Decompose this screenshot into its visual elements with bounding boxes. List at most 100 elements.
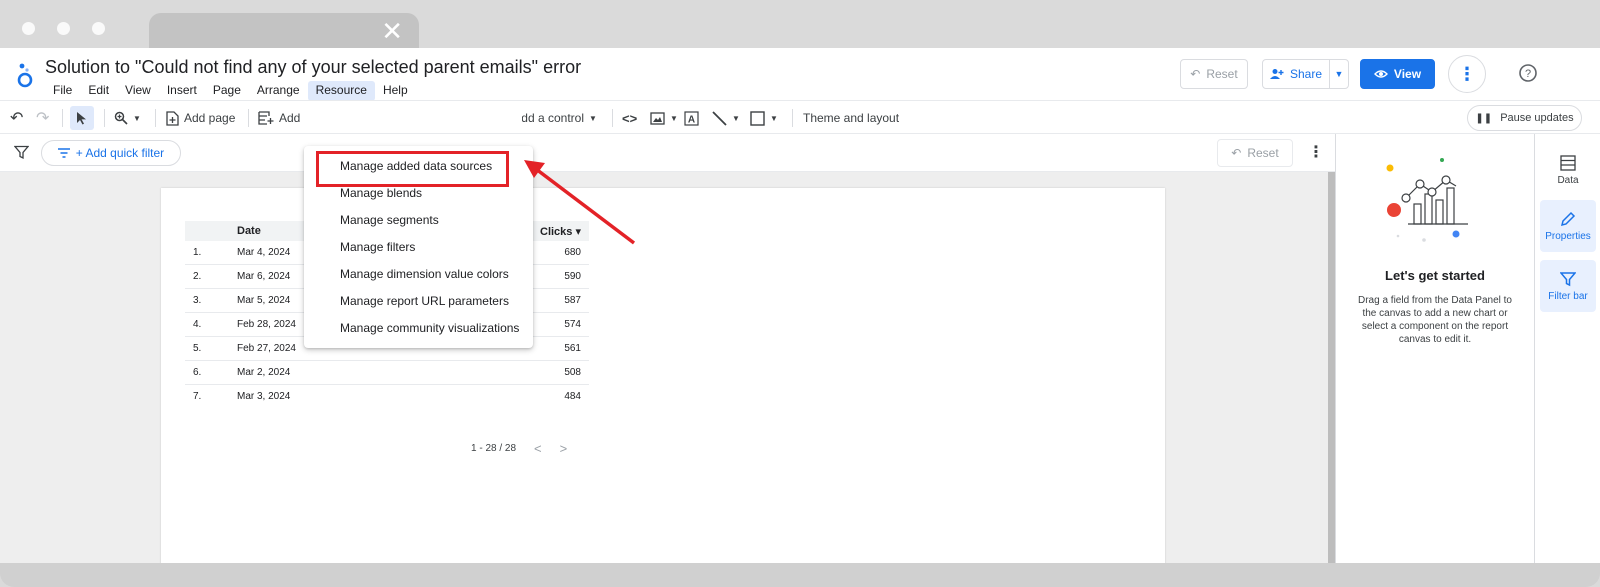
add-control-button[interactable]: Add a control ▼ <box>522 106 597 130</box>
theme-layout-button[interactable]: Theme and layout <box>803 106 899 130</box>
toolbar-divider <box>62 109 63 127</box>
pencil-icon <box>1560 211 1576 226</box>
embed-code-button[interactable]: <> <box>622 106 637 130</box>
row-date: Mar 6, 2024 <box>237 271 291 282</box>
menu-item-manage-community-visualizations[interactable]: Manage community visualizations <box>340 321 519 335</box>
add-data-button[interactable]: Add <box>258 106 300 130</box>
filter-icon[interactable] <box>14 145 29 160</box>
row-index: 5. <box>193 343 202 354</box>
chevron-left-icon[interactable]: < <box>534 441 542 456</box>
zoom-button[interactable]: ▼ <box>114 106 141 130</box>
window-maximize-dot[interactable] <box>92 22 105 35</box>
undo-arrow-icon: ↶ <box>1231 146 1242 160</box>
row-index: 1. <box>193 247 202 258</box>
menu-insert[interactable]: Insert <box>159 81 205 101</box>
browser-tab[interactable]: ✕ <box>149 13 419 49</box>
pagination-label: 1 - 28 / 28 <box>471 443 517 454</box>
filter-bar-more-icon[interactable]: ⋮ <box>1308 142 1324 162</box>
redo-button[interactable]: ↷ <box>36 106 49 130</box>
pause-updates-button[interactable]: ❚❚ Pause updates <box>1467 105 1582 131</box>
select-tool-button[interactable] <box>70 106 94 130</box>
row-clicks: 590 <box>564 271 581 282</box>
menu-arrange[interactable]: Arrange <box>249 81 308 101</box>
view-button[interactable]: View <box>1360 59 1435 89</box>
row-clicks: 680 <box>564 247 581 258</box>
menu-page[interactable]: Page <box>205 81 249 101</box>
tab-data[interactable]: Data <box>1540 144 1596 196</box>
row-date: Mar 4, 2024 <box>237 247 291 258</box>
row-clicks: 508 <box>564 367 581 378</box>
menu-bar: File Edit View Insert Page Arrange Resou… <box>45 81 416 101</box>
annotation-highlight-box <box>316 151 509 187</box>
filter-bar: + Add quick filter ↶ Reset ⋮ <box>0 134 1335 172</box>
caret-down-icon: ▼ <box>589 113 597 123</box>
window-minimize-dot[interactable] <box>57 22 70 35</box>
menu-resource[interactable]: Resource <box>307 81 375 101</box>
theme-layout-label: Theme and layout <box>803 111 900 125</box>
row-clicks: 561 <box>564 343 581 354</box>
caret-down-icon: ▼ <box>1334 69 1344 79</box>
caret-down-icon: ▼ <box>770 113 778 123</box>
add-quick-filter-button[interactable]: + Add quick filter <box>41 140 181 166</box>
panel-description: Drag a field from the Data Panel to the … <box>1358 295 1512 345</box>
properties-panel: Let's get started Drag a field from the … <box>1335 134 1533 563</box>
row-clicks: 574 <box>564 319 581 330</box>
more-options-button[interactable]: ⋮ <box>1448 55 1486 93</box>
shape-button[interactable]: ▼ <box>750 106 778 130</box>
svg-text:A: A <box>688 114 695 125</box>
toolbar-divider <box>248 109 249 127</box>
row-clicks: 484 <box>564 391 581 402</box>
share-button[interactable]: Share <box>1262 59 1330 89</box>
filter-list-icon <box>57 148 70 158</box>
caret-down-icon: ▼ <box>670 113 678 123</box>
window-close-dot[interactable] <box>22 22 35 35</box>
looker-studio-logo[interactable] <box>16 62 34 88</box>
code-icon: <> <box>622 110 638 126</box>
row-clicks: 587 <box>564 295 581 306</box>
undo-button[interactable]: ↶ <box>10 106 23 130</box>
toolbar-divider <box>104 109 105 127</box>
report-title[interactable]: Solution to "Could not find any of your … <box>45 57 581 78</box>
chevron-right-icon[interactable]: > <box>560 441 568 456</box>
table-row[interactable]: 7. Mar 3, 2024 484 <box>185 385 589 409</box>
report-canvas[interactable]: Date Clicks ▾ 1. Mar 4, 2024 680 2. Mar 6, … <box>0 172 1328 563</box>
filter-icon <box>1560 271 1576 286</box>
menu-item-manage-segments[interactable]: Manage segments <box>340 213 439 227</box>
close-tab-icon[interactable]: ✕ <box>381 18 403 44</box>
pause-updates-label: Pause updates <box>1500 112 1574 124</box>
column-header-clicks[interactable]: Clicks ▾ <box>540 225 581 238</box>
reset-label: Reset <box>1206 67 1238 81</box>
menu-item-manage-blends[interactable]: Manage blends <box>340 186 422 200</box>
menu-view[interactable]: View <box>117 81 159 101</box>
menu-help[interactable]: Help <box>375 81 416 101</box>
tab-data-label: Data <box>1557 174 1579 186</box>
row-date: Mar 3, 2024 <box>237 391 291 402</box>
menu-file[interactable]: File <box>45 81 80 101</box>
column-header-date[interactable]: Date <box>237 225 261 237</box>
add-page-button[interactable]: Add page <box>166 106 235 130</box>
text-box-button[interactable]: A <box>684 106 699 130</box>
table-row[interactable]: 6. Mar 2, 2024 508 <box>185 361 589 385</box>
toolbar: ↶ ↷ ▼ Add page Add Add a control ▼ <> ▼ <box>0 100 1600 134</box>
row-date: Mar 2, 2024 <box>237 367 291 378</box>
eye-icon <box>1373 70 1388 78</box>
filter-reset-button[interactable]: ↶ Reset <box>1217 139 1293 167</box>
menu-item-manage-url-parameters[interactable]: Manage report URL parameters <box>340 294 509 308</box>
help-icon[interactable]: ? <box>1518 63 1538 83</box>
tab-filter-bar[interactable]: Filter bar <box>1540 260 1596 312</box>
svg-text:?: ? <box>1525 68 1531 80</box>
menu-edit[interactable]: Edit <box>80 81 117 101</box>
menu-item-manage-filters[interactable]: Manage filters <box>340 240 415 254</box>
line-button[interactable]: ▼ <box>712 106 740 130</box>
menu-item-manage-dimension-colors[interactable]: Manage dimension value colors <box>340 267 509 281</box>
image-button[interactable]: ▼ <box>650 106 678 130</box>
share-dropdown-button[interactable]: ▼ <box>1329 59 1349 89</box>
row-date: Feb 27, 2024 <box>237 343 296 354</box>
canvas-scrollbar[interactable] <box>1328 172 1335 563</box>
chart-illustration-icon <box>1386 158 1468 242</box>
toolbar-divider <box>612 109 613 127</box>
tab-properties[interactable]: Properties <box>1540 200 1596 252</box>
reset-button[interactable]: ↶ Reset <box>1180 59 1248 89</box>
rectangle-icon <box>750 110 765 126</box>
add-control-label: Add a control <box>522 111 584 125</box>
